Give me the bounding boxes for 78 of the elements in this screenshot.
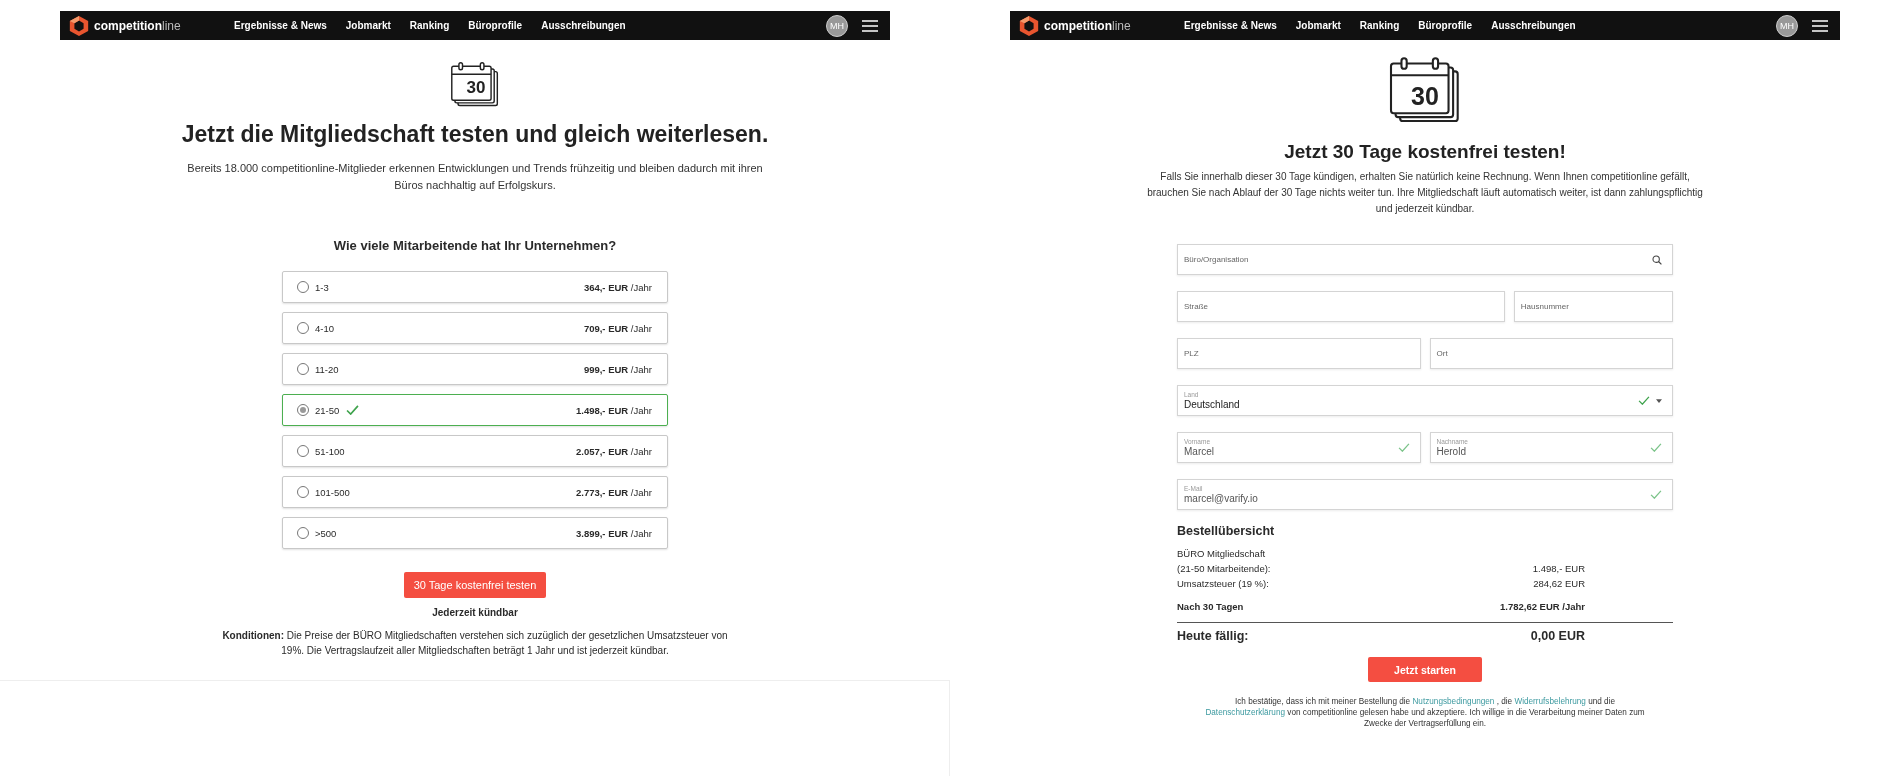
nav-link[interactable]: Ranking bbox=[1359, 20, 1400, 31]
day-number: 30 bbox=[1410, 82, 1440, 111]
due-amount: 0,00 EUR bbox=[1530, 629, 1585, 643]
field-placeholder: PLZ bbox=[1184, 349, 1200, 358]
due-label: Heute fällig: bbox=[1177, 629, 1249, 643]
logo-text[interactable]: competitionline bbox=[94, 18, 234, 33]
calendar-icon bbox=[450, 61, 500, 109]
cancel-note: Jederzeit kündbar bbox=[432, 607, 518, 618]
logo-icon[interactable] bbox=[68, 14, 90, 37]
plan-range: 101-500 bbox=[315, 486, 350, 498]
summary-amount: 1.498,- EUR bbox=[1532, 562, 1585, 576]
day-number: 30 bbox=[465, 78, 487, 98]
caret-icon[interactable] bbox=[1656, 398, 1662, 403]
input-field[interactable]: Hausnummer bbox=[1513, 291, 1673, 322]
summary-amount: 284,62 EUR bbox=[1533, 577, 1585, 591]
terms-text: Ich bestätige, dass ich mit meiner Bestellung die Nutzungsbedingungen , die Widerrufsbelehrung und die Datenschutzerklärung von competitionline gelesen habe und akzeptiere. Ich willige in die Verarbeitung meiner Daten zum Zwecke der Vertragserfüllung ein. bbox=[1205, 696, 1645, 729]
field-value: Marcel bbox=[1184, 445, 1215, 458]
summary-label: Umsatzsteuer (19 %): bbox=[1177, 577, 1269, 591]
plan-range: 1-3 bbox=[315, 281, 329, 293]
plan-option[interactable]: 4-10 709,- EUR /Jahr bbox=[282, 312, 668, 344]
terms-link[interactable]: Widerrufsbelehrung bbox=[1514, 697, 1586, 706]
input-field[interactable]: Büro/Organisation bbox=[1177, 244, 1673, 275]
summary-label: BÜRO Mitgliedschaft bbox=[1177, 547, 1266, 561]
plan-option[interactable]: 51-100 2.057,- EUR /Jahr bbox=[282, 435, 668, 467]
nav-link[interactable]: Ergebnisse & News bbox=[234, 20, 327, 31]
plan-option[interactable]: 101-500 2.773,- EUR /Jahr bbox=[282, 476, 668, 508]
plan-price: 709,- EUR /Jahr bbox=[583, 322, 652, 334]
input-field[interactable]: Ort bbox=[1429, 338, 1673, 369]
terms-link[interactable]: Nutzungsbedingungen bbox=[1412, 697, 1495, 706]
field-placeholder: Ort bbox=[1436, 349, 1449, 358]
summary-title: Bestellübersicht bbox=[1177, 524, 1276, 538]
page-title: Jetzt die Mitgliedschaft testen und gleich weiterlesen. bbox=[181, 121, 769, 148]
nav-link[interactable]: Jobmarkt bbox=[1295, 20, 1341, 31]
plan-price: 999,- EUR /Jahr bbox=[583, 363, 652, 375]
terms-link[interactable]: Datenschutzerklärung bbox=[1205, 708, 1286, 717]
input-field[interactable]: Straße bbox=[1177, 291, 1505, 322]
page-title: Jetzt 30 Tage kostenfrei testen! bbox=[1284, 141, 1566, 163]
plan-price: 364,- EUR /Jahr bbox=[583, 281, 652, 293]
plan-range: 4-10 bbox=[315, 322, 334, 334]
nav-link[interactable]: Ranking bbox=[409, 20, 450, 31]
nav-link[interactable]: Jobmarkt bbox=[345, 20, 391, 31]
conditions-text: Konditionen: Die Preise der BÜRO Mitgliedschaften verstehen sich zuzüglich der gesetzlichen Umsatzsteuer von 19%. Die Vertragslaufzeit aller Mitgliedschaften beträgt 1 Jahr und ist jederzeit kündbar. bbox=[221, 629, 729, 658]
input-field[interactable]: PLZ bbox=[1177, 338, 1421, 369]
plan-price: 3.899,- EUR /Jahr bbox=[575, 527, 652, 539]
plan-range: >500 bbox=[315, 527, 337, 539]
field-placeholder: Büro/Organisation bbox=[1184, 255, 1250, 264]
summary-label: Nach 30 Tagen bbox=[1177, 600, 1244, 614]
plan-range: 21-50 bbox=[315, 404, 340, 416]
intro-text: Falls Sie innerhalb dieser 30 Tage kündigen, erhalten Sie natürlich keine Rechnung. Wenn Ihnen competitionline gefällt, brauchen Sie nach Ablauf der 30 Tage nichts weiter tun. Ihre Mitgliedschaft läuft automatisch weiter, ist dann zahlungspflichtig und jederzeit kündbar. bbox=[1146, 170, 1704, 216]
field-value: marcel@varify.io bbox=[1184, 492, 1259, 505]
plan-price: 1.498,- EUR /Jahr bbox=[575, 404, 652, 416]
nav-link[interactable]: Büroprofile bbox=[1418, 20, 1473, 31]
plan-range: 51-100 bbox=[315, 445, 345, 457]
question-heading: Wie viele Mitarbeitende hat Ihr Unternehmen? bbox=[333, 238, 617, 253]
plan-option[interactable]: 11-20 999,- EUR /Jahr bbox=[282, 353, 668, 385]
nav-link[interactable]: Ausschreibungen bbox=[541, 20, 626, 31]
field-value: Herold bbox=[1436, 445, 1467, 458]
menu-icon[interactable] bbox=[862, 19, 878, 32]
field-placeholder: Hausnummer bbox=[1520, 302, 1570, 311]
search-icon[interactable] bbox=[1652, 254, 1662, 265]
plan-price: 2.773,- EUR /Jahr bbox=[575, 486, 652, 498]
nav-link[interactable]: Ergebnisse & News bbox=[1184, 20, 1277, 31]
plan-option[interactable]: 21-50 1.498,- EUR /Jahr bbox=[282, 394, 668, 426]
plan-range: 11-20 bbox=[315, 363, 339, 375]
field-placeholder: Straße bbox=[1184, 302, 1209, 311]
plan-price: 2.057,- EUR /Jahr bbox=[575, 445, 652, 457]
nav-link[interactable]: Büroprofile bbox=[468, 20, 523, 31]
field-value: Deutschland bbox=[1184, 398, 1241, 411]
intro-text: Bereits 18.000 competitionline-Mitglieder erkennen Entwicklungen und Trends frühzeitig und bleiben dadurch mit ihren Büros nachhaltig auf Erfolgskurs. bbox=[186, 161, 764, 193]
plan-option[interactable]: >500 3.899,- EUR /Jahr bbox=[282, 517, 668, 549]
plan-option[interactable]: 1-3 364,- EUR /Jahr bbox=[282, 271, 668, 303]
summary-label: (21-50 Mitarbeitende): bbox=[1177, 562, 1271, 576]
logo-text[interactable]: competitionline bbox=[1044, 18, 1184, 33]
nav-link[interactable]: Ausschreibungen bbox=[1491, 20, 1576, 31]
check-icon bbox=[346, 405, 360, 415]
logo-icon[interactable] bbox=[1018, 14, 1040, 37]
menu-icon[interactable] bbox=[1812, 19, 1828, 32]
summary-amount: 1.782,62 EUR /Jahr bbox=[1499, 600, 1585, 614]
